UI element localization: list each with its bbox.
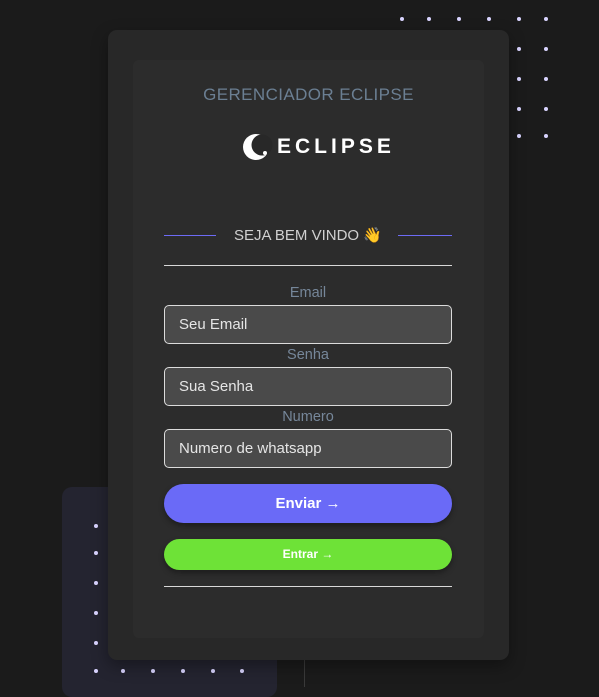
send-button[interactable]: Enviar → <box>164 484 452 523</box>
page-title: GERENCIADOR ECLIPSE <box>203 85 414 104</box>
password-label: Senha <box>287 347 329 363</box>
logo-wordmark: ECLIPSE <box>277 135 395 158</box>
eclipse-logo: ECLIPSE <box>241 132 395 162</box>
enter-button[interactable]: Entrar → <box>164 539 452 570</box>
divider-left <box>164 235 216 236</box>
phone-field[interactable]: Numero de whatsapp <box>164 429 452 468</box>
divider-right <box>398 235 452 236</box>
eclipse-logo-icon <box>243 134 273 160</box>
top-divider <box>164 265 452 266</box>
email-label: Email <box>289 285 327 301</box>
login-card: GERENCIADOR ECLIPSE ECLIPSE SEJA BEM VIN… <box>108 30 509 660</box>
welcome-heading: SEJA BEM VINDO 👋 <box>164 226 452 250</box>
welcome-text: SEJA BEM VINDO 👋 <box>234 227 382 244</box>
email-field[interactable]: Seu Email <box>164 305 452 344</box>
bottom-divider <box>164 586 452 587</box>
password-field[interactable]: Sua Senha <box>164 367 452 406</box>
phone-label: Numero <box>282 409 334 425</box>
